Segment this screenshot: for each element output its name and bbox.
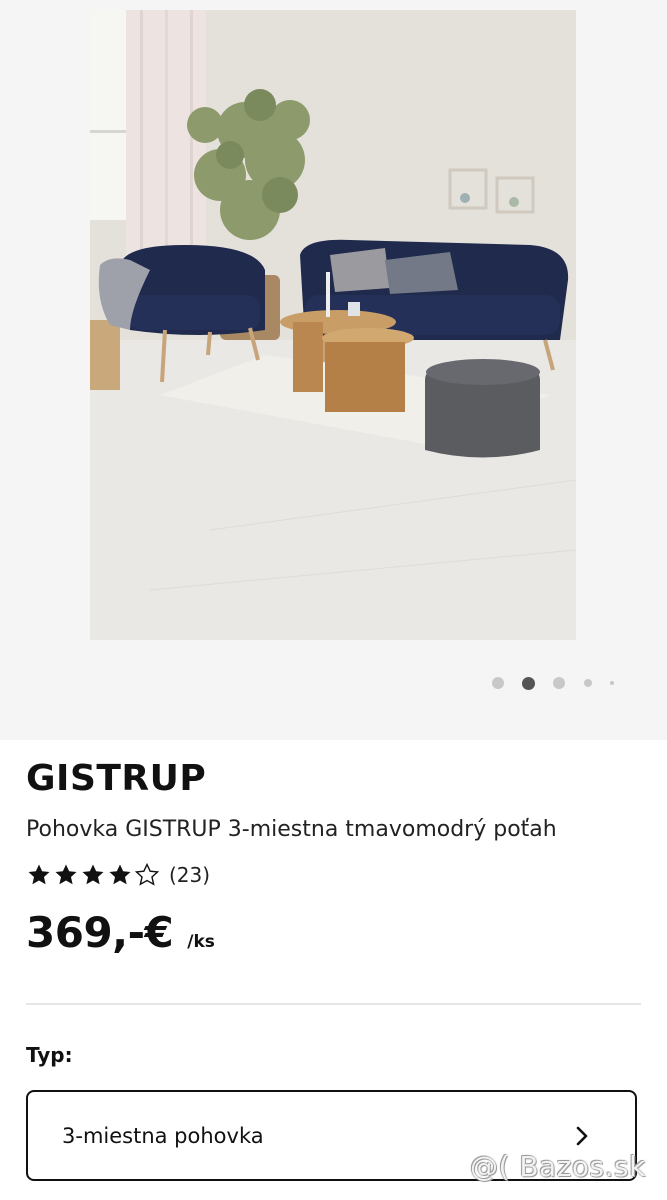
- product-page: GISTRUP Pohovka GISTRUP 3-miestna tmavom…: [0, 0, 667, 1200]
- product-rating[interactable]: (23): [26, 858, 210, 892]
- type-label: Typ:: [26, 1043, 73, 1067]
- price-value: 369,-€: [26, 908, 174, 957]
- star-filled-icon: [28, 864, 50, 885]
- chevron-right-icon: [573, 1125, 591, 1147]
- star-empty-icon: [134, 862, 160, 886]
- rating-stars: [26, 862, 160, 888]
- star-filled-icon: [109, 864, 131, 885]
- room-illustration: [90, 10, 576, 640]
- star-filled-icon: [55, 864, 77, 885]
- gallery-dot[interactable]: [553, 677, 565, 689]
- type-selected-value: 3-miestna pohovka: [62, 1123, 264, 1148]
- product-photo[interactable]: [90, 10, 576, 640]
- gallery-dot[interactable]: [584, 679, 592, 687]
- rating-count[interactable]: (23): [169, 863, 210, 887]
- watermark: @( Bazos.sk: [470, 1150, 646, 1183]
- gallery-dot[interactable]: [610, 681, 614, 685]
- product-description: Pohovka GISTRUP 3-miestna tmavomodrý poť…: [26, 817, 557, 842]
- gallery-dot[interactable]: [492, 677, 504, 689]
- gallery-dot-active[interactable]: [522, 677, 535, 690]
- price-unit: /ks: [187, 932, 215, 952]
- product-price: 369,-€ /ks: [26, 908, 215, 957]
- product-brand: GISTRUP: [26, 758, 207, 799]
- star-filled-icon: [82, 864, 104, 885]
- section-divider: [26, 1003, 641, 1005]
- image-gallery[interactable]: [0, 0, 667, 740]
